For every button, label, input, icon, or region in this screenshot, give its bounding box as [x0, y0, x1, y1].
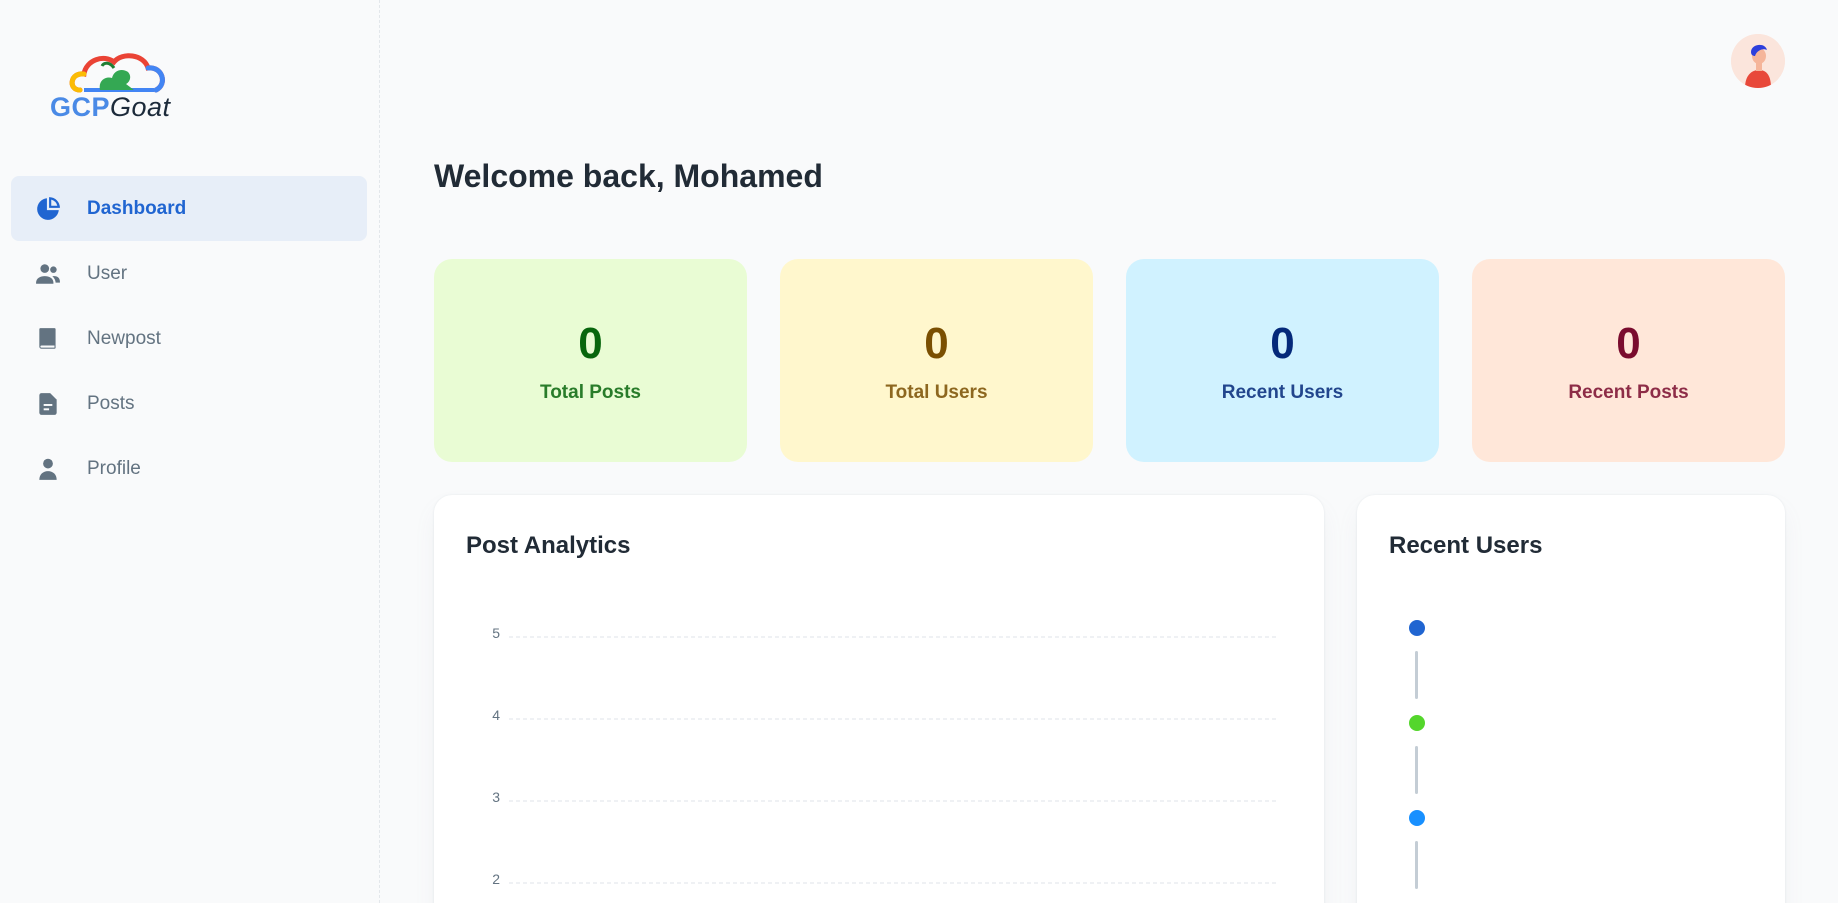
stat-value: 0 [578, 318, 603, 368]
avatar[interactable] [1731, 34, 1785, 88]
y-tick-label: 3 [492, 789, 500, 805]
page-title: Welcome back, Mohamed [434, 158, 823, 194]
book-icon [35, 326, 61, 352]
sidebar-item-profile[interactable]: Profile [11, 436, 367, 501]
stat-label: Total Users [885, 381, 988, 403]
y-tick-label: 2 [492, 871, 500, 887]
recent-users-card: Recent Users [1357, 495, 1785, 903]
card-title: Recent Users [1389, 532, 1543, 559]
post-analytics-card: Post Analytics 5432 [434, 495, 1324, 903]
file-text-icon [35, 391, 61, 417]
post-analytics-chart: 5 4 3 2 [492, 625, 1279, 887]
timeline-connector [1415, 651, 1418, 699]
y-tick-label: 4 [492, 707, 500, 723]
pie-chart-icon [35, 196, 61, 222]
sidebar-item-label: Newpost [87, 327, 161, 349]
sidebar-item-label: Profile [87, 457, 141, 479]
sidebar-item-user[interactable]: User [11, 241, 367, 306]
sidebar-item-posts[interactable]: Posts [11, 371, 367, 436]
sidebar-item-label: Dashboard [87, 197, 187, 219]
stat-value: 0 [924, 318, 949, 368]
stat-label: Total Posts [540, 381, 641, 403]
stat-card-total-posts: 0 Total Posts [434, 259, 747, 462]
y-tick-label: 5 [492, 625, 500, 641]
stat-card-recent-posts: 0 Recent Posts [1472, 259, 1785, 462]
sidebar-item-newpost[interactable]: Newpost [11, 306, 367, 371]
timeline-connector [1415, 746, 1418, 794]
brand-part-gcp: GCP [50, 92, 111, 122]
timeline-connector [1415, 841, 1418, 889]
timeline-dot [1409, 715, 1425, 731]
brand-name: GCPGoat [50, 92, 171, 123]
stat-value: 0 [1616, 318, 1641, 368]
stat-value: 0 [1270, 318, 1295, 368]
sidebar: GCPGoat Dashboard User Newpost Posts Pro… [0, 0, 380, 903]
stat-label: Recent Users [1221, 381, 1344, 403]
sidebar-item-label: Posts [87, 392, 135, 414]
brand-part-goat: Goat [110, 92, 171, 122]
stat-label: Recent Posts [1568, 381, 1689, 403]
stat-card-recent-users: 0 Recent Users [1126, 259, 1439, 462]
sidebar-item-label: User [87, 262, 128, 284]
people-icon [35, 261, 61, 287]
timeline-dot [1409, 620, 1425, 636]
sidebar-item-dashboard[interactable]: Dashboard [11, 176, 367, 241]
timeline-dot [1409, 810, 1425, 826]
person-icon [35, 456, 61, 482]
sidebar-nav: Dashboard User Newpost Posts Profile [11, 176, 367, 501]
stat-card-total-users: 0 Total Users [780, 259, 1093, 462]
